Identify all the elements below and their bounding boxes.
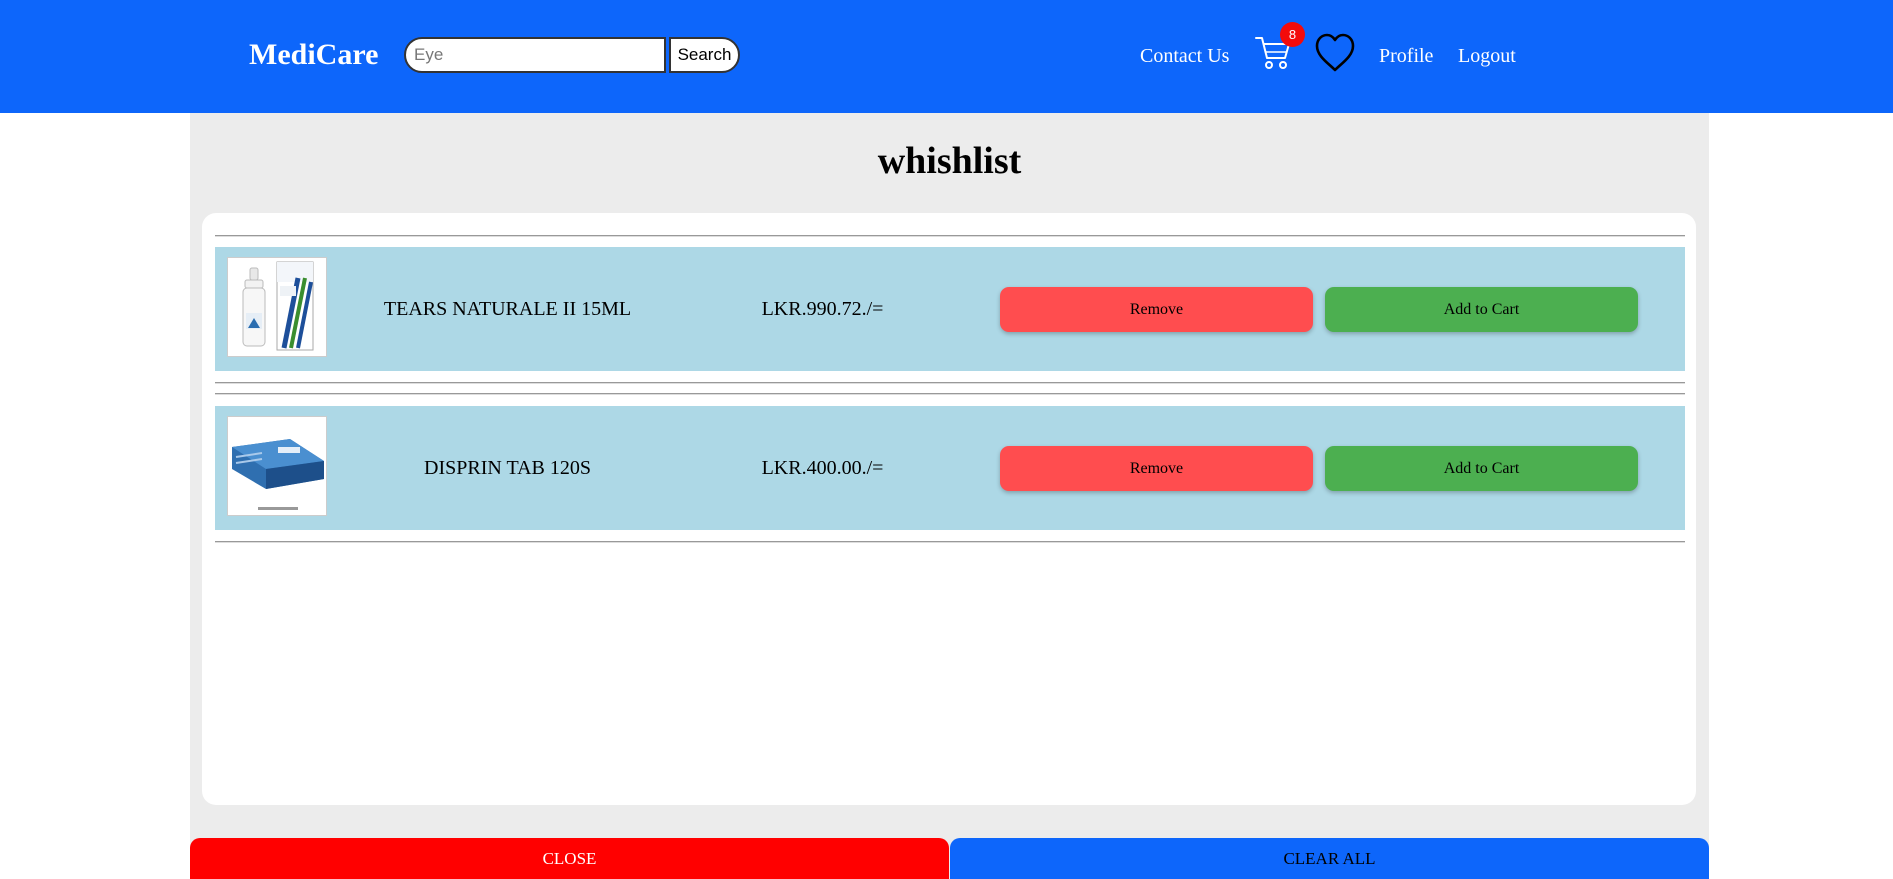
wishlist-list: TEARS NATURALE II 15ML LKR.990.72./= Rem… [202, 213, 1696, 805]
item-name: TEARS NATURALE II 15ML [383, 298, 632, 320]
remove-button[interactable]: Remove [1000, 446, 1313, 491]
nav-profile[interactable]: Profile [1379, 44, 1433, 68]
product-image-disprin [227, 416, 327, 516]
page-title: whishlist [877, 140, 1022, 182]
add-to-cart-button[interactable]: Add to Cart [1325, 446, 1638, 491]
navbar: MediCare Search Contact Us 8 Profile Log… [0, 0, 1893, 113]
add-to-cart-button[interactable]: Add to Cart [1325, 287, 1638, 332]
product-image-tears-naturale [227, 257, 327, 357]
wishlist-item: DISPRIN TAB 120S LKR.400.00./= Remove Ad… [215, 406, 1685, 530]
nav-logout[interactable]: Logout [1458, 44, 1516, 68]
wishlist-heart-icon[interactable] [1314, 32, 1356, 74]
wishlist-panel: whishlist TEARS NATURALE II 15ML LKR.990… [190, 113, 1709, 879]
search-button[interactable]: Search [669, 37, 740, 73]
divider [215, 393, 1685, 395]
divider [215, 382, 1685, 384]
item-name: DISPRIN TAB 120S [424, 457, 591, 479]
clear-all-button[interactable]: CLEAR ALL [950, 838, 1709, 879]
nav-contact-us[interactable]: Contact Us [1140, 44, 1229, 68]
close-button[interactable]: CLOSE [190, 838, 949, 879]
item-price: LKR.990.72./= [761, 298, 884, 320]
brand-logo[interactable]: MediCare [249, 37, 378, 73]
search-input[interactable] [404, 37, 666, 73]
divider [215, 541, 1685, 543]
divider [215, 235, 1685, 237]
remove-button[interactable]: Remove [1000, 287, 1313, 332]
wishlist-item: TEARS NATURALE II 15ML LKR.990.72./= Rem… [215, 247, 1685, 371]
item-price: LKR.400.00./= [761, 457, 884, 479]
cart-count-badge: 8 [1280, 22, 1305, 47]
